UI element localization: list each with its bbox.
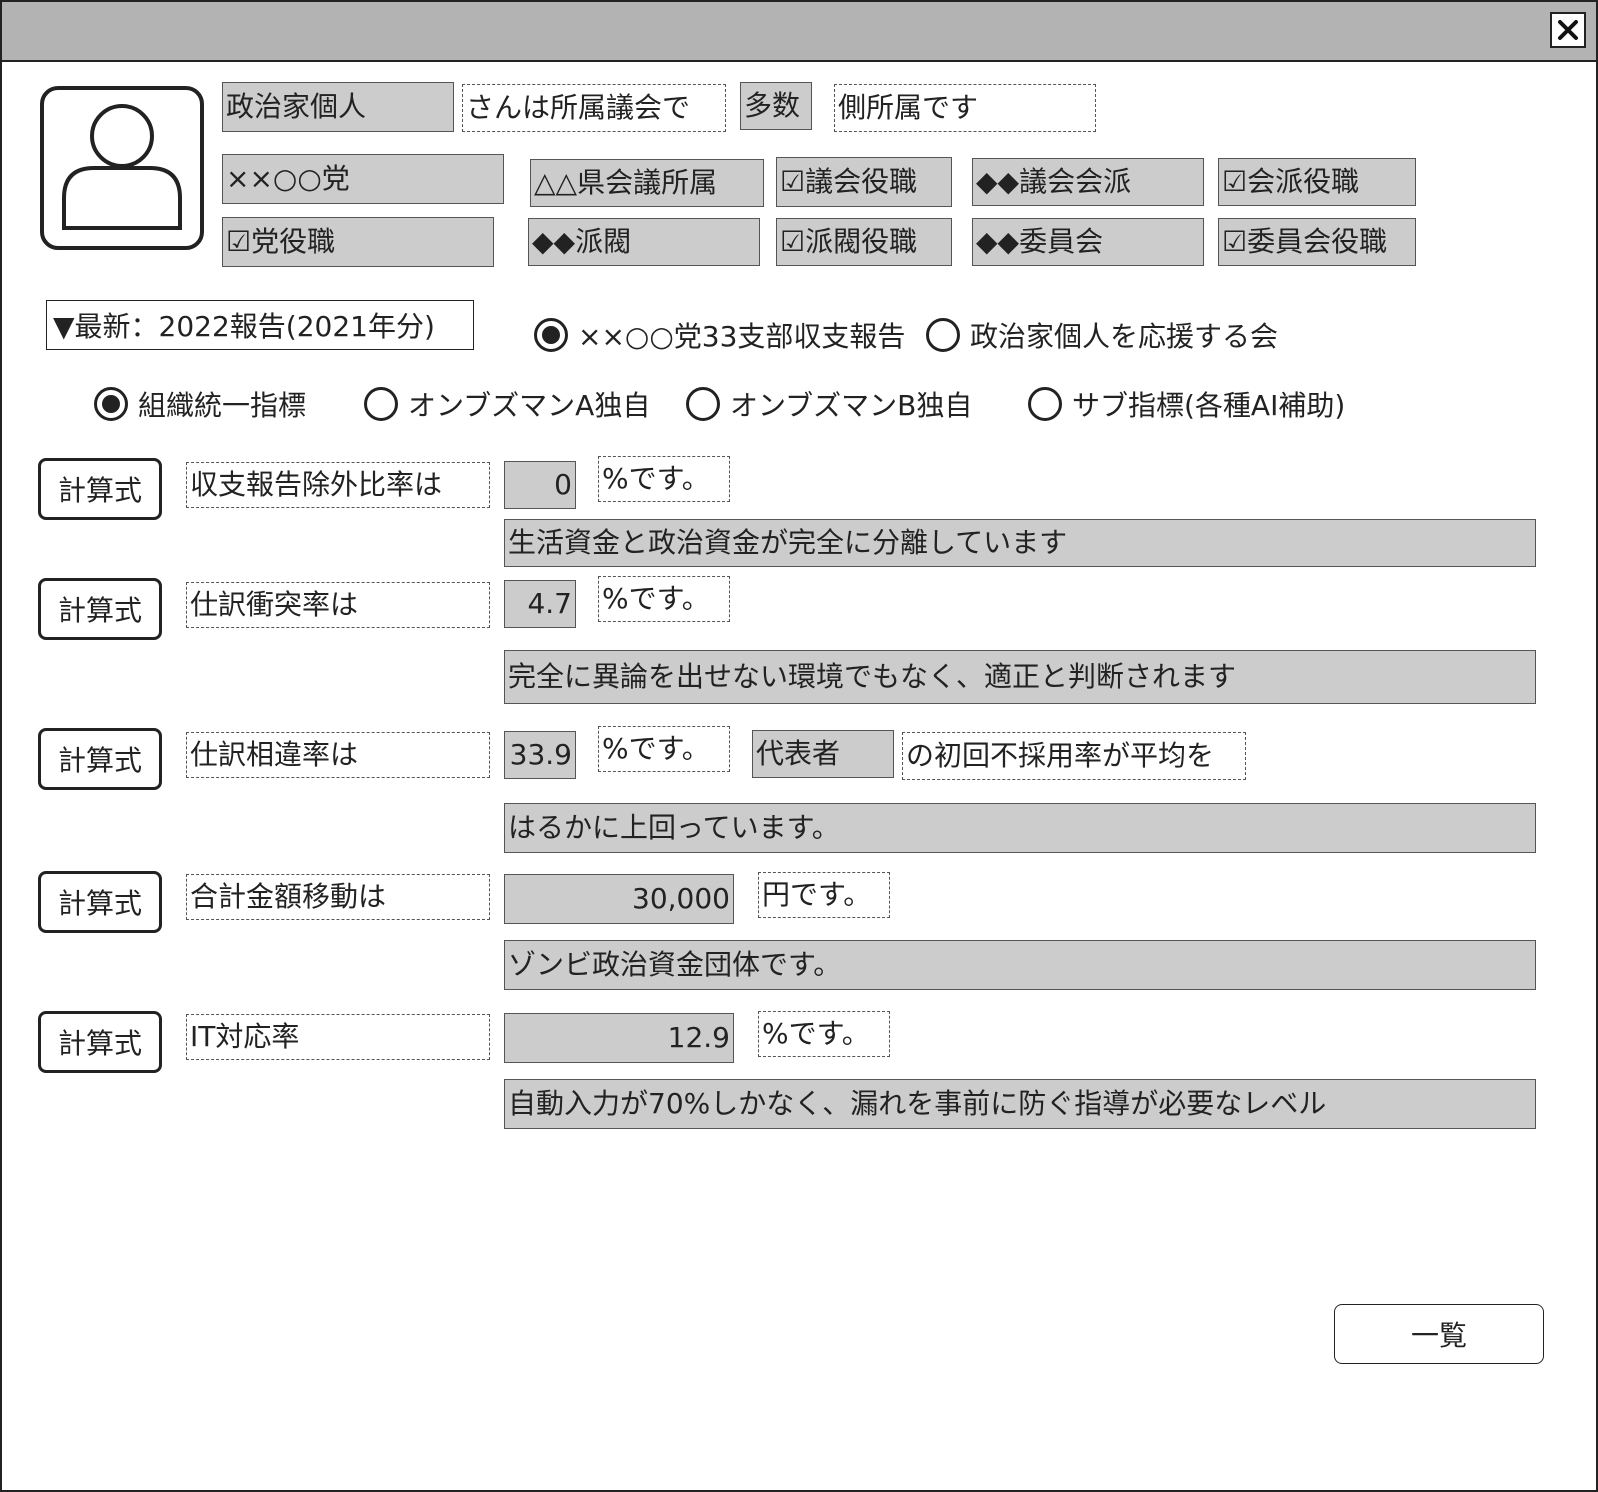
radio-ombudsman-b[interactable]: オンブズマンB独自: [686, 384, 972, 424]
metric-unit: %です。: [598, 456, 730, 502]
party-faction-field[interactable]: ◆◆派閥: [528, 218, 760, 266]
formula-button[interactable]: 計算式: [38, 458, 162, 520]
metric-comment: 完全に異論を出せない環境でもなく、適正と判断されます: [504, 650, 1536, 704]
radio-ombudsman-a[interactable]: オンブズマンA独自: [364, 384, 650, 424]
metric-value[interactable]: 4.7: [504, 580, 576, 628]
formula-button[interactable]: 計算式: [38, 728, 162, 790]
metric-comment: ゾンビ政治資金団体です。: [504, 940, 1536, 990]
radio-unselected-icon: [686, 387, 720, 421]
radio-label: 組織統一指標: [138, 389, 307, 422]
radio-unified-index[interactable]: 組織統一指標: [94, 384, 306, 424]
dialog-window: 政治家個人 さんは所属議会で 多数 側所属です ××○○党 △△県会議所属 ☑議…: [0, 0, 1598, 1492]
metric-unit: 円です。: [758, 872, 890, 918]
metric-comment: はるかに上回っています。: [504, 803, 1536, 853]
radio-label: 政治家個人を応援する会: [970, 320, 1279, 353]
party-field[interactable]: ××○○党: [222, 154, 504, 204]
user-icon: [62, 104, 182, 230]
metric-value[interactable]: 30,000: [504, 874, 734, 924]
politician-name-field[interactable]: 政治家個人: [222, 82, 454, 132]
close-button[interactable]: [1550, 12, 1586, 48]
radio-support-group[interactable]: 政治家個人を応援する会: [926, 315, 1278, 355]
close-icon: [1558, 20, 1578, 40]
party-role-checkbox[interactable]: ☑党役職: [222, 217, 494, 267]
metric-unit: %です。: [598, 576, 730, 622]
metric-label: 収支報告除外比率は: [186, 462, 490, 508]
radio-label: オンブズマンA独自: [408, 389, 651, 422]
radio-unselected-icon: [364, 387, 398, 421]
avatar: [40, 86, 204, 250]
radio-unselected-icon: [926, 318, 960, 352]
radio-label: オンブズマンB独自: [730, 389, 973, 422]
radio-label: サブ指標(各種AI補助): [1072, 389, 1346, 422]
metric-label: 合計金額移動は: [186, 874, 490, 920]
committee-field[interactable]: ◆◆委員会: [972, 218, 1204, 266]
metric-value[interactable]: 0: [504, 461, 576, 509]
radio-branch-report[interactable]: ××○○党33支部収支報告: [534, 315, 905, 355]
radio-label: ××○○党33支部収支報告: [578, 320, 906, 353]
affiliation-suffix-text: 側所属です: [834, 84, 1096, 132]
radio-selected-icon: [94, 387, 128, 421]
title-bar[interactable]: [2, 2, 1596, 62]
metric-extra-text: の初回不採用率が平均を: [902, 732, 1246, 780]
representative-field[interactable]: 代表者: [752, 730, 894, 778]
assembly-faction-field[interactable]: ◆◆議会会派: [972, 158, 1204, 206]
formula-button[interactable]: 計算式: [38, 871, 162, 933]
affiliation-text: さんは所属議会で: [462, 84, 726, 132]
radio-unselected-icon: [1028, 387, 1062, 421]
assembly-field[interactable]: △△県会議所属: [530, 159, 764, 207]
metric-label: 仕訳衝突率は: [186, 582, 490, 628]
radio-sub-index[interactable]: サブ指標(各種AI補助): [1028, 384, 1345, 424]
metric-label: IT対応率: [186, 1014, 490, 1060]
metric-value[interactable]: 33.9: [504, 731, 576, 779]
metric-label: 仕訳相違率は: [186, 732, 490, 778]
radio-selected-icon: [534, 318, 568, 352]
report-year-dropdown[interactable]: ▼最新：2022報告(2021年分): [46, 300, 474, 350]
party-faction-role-checkbox[interactable]: ☑派閥役職: [776, 218, 952, 266]
metric-comment: 生活資金と政治資金が完全に分離しています: [504, 519, 1536, 567]
metric-value[interactable]: 12.9: [504, 1013, 734, 1063]
assembly-role-checkbox[interactable]: ☑議会役職: [776, 157, 952, 207]
formula-button[interactable]: 計算式: [38, 578, 162, 640]
metric-comment: 自動入力が70%しかなく、漏れを事前に防ぐ指導が必要なレベル: [504, 1079, 1536, 1129]
committee-role-checkbox[interactable]: ☑委員会役職: [1218, 218, 1416, 266]
faction-role-checkbox[interactable]: ☑会派役職: [1218, 158, 1416, 206]
list-button[interactable]: 一覧: [1334, 1304, 1544, 1364]
formula-button[interactable]: 計算式: [38, 1011, 162, 1073]
metric-unit: %です。: [758, 1011, 890, 1057]
majority-field[interactable]: 多数: [740, 82, 812, 130]
metric-unit: %です。: [598, 726, 730, 772]
